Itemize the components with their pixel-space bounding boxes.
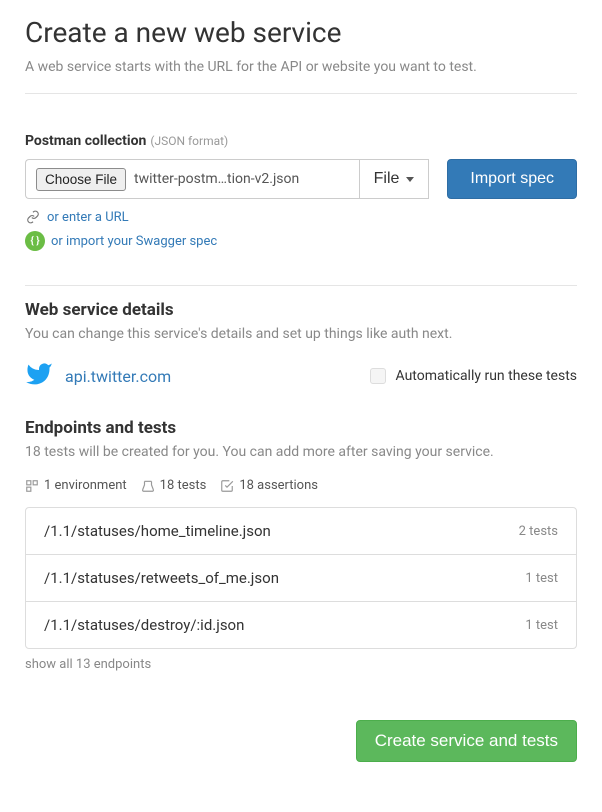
endpoint-row[interactable]: /1.1/statuses/destroy/:id.json 1 test bbox=[26, 602, 576, 648]
endpoints-desc: 18 tests will be created for you. You ca… bbox=[25, 444, 577, 460]
swagger-import-link[interactable]: or import your Swagger spec bbox=[51, 234, 217, 249]
endpoint-test-count: 1 test bbox=[525, 618, 558, 633]
twitter-icon bbox=[25, 360, 53, 392]
file-input[interactable]: Choose File twitter-postm…tion-v2.json bbox=[25, 159, 359, 199]
environments-icon bbox=[25, 479, 39, 493]
choose-file-button[interactable]: Choose File bbox=[36, 168, 126, 191]
page-title: Create a new web service bbox=[25, 16, 577, 49]
endpoint-row[interactable]: /1.1/statuses/home_timeline.json 2 tests bbox=[26, 508, 576, 555]
create-service-button[interactable]: Create service and tests bbox=[356, 720, 577, 762]
swagger-icon: { } bbox=[25, 231, 45, 251]
environments-stat: 1 environment bbox=[44, 478, 127, 493]
import-spec-button[interactable]: Import spec bbox=[447, 159, 577, 199]
auto-run-checkbox[interactable] bbox=[370, 368, 386, 384]
endpoint-path: /1.1/statuses/destroy/:id.json bbox=[44, 616, 244, 634]
postman-hint: (JSON format) bbox=[150, 134, 228, 148]
link-icon bbox=[25, 209, 41, 225]
tests-icon bbox=[141, 479, 155, 493]
endpoint-path: /1.1/statuses/home_timeline.json bbox=[44, 522, 271, 540]
page-subtitle: A web service starts with the URL for th… bbox=[25, 59, 577, 75]
selected-filename: twitter-postm…tion-v2.json bbox=[134, 171, 299, 187]
divider bbox=[25, 93, 577, 94]
postman-label: Postman collection bbox=[25, 133, 146, 149]
tests-stat: 18 tests bbox=[160, 478, 207, 493]
chevron-down-icon bbox=[406, 177, 414, 182]
endpoint-list: /1.1/statuses/home_timeline.json 2 tests… bbox=[25, 507, 577, 649]
details-title: Web service details bbox=[25, 300, 577, 320]
assertions-icon bbox=[220, 479, 234, 493]
auto-run-label: Automatically run these tests bbox=[396, 368, 577, 384]
file-type-dropdown[interactable]: File bbox=[359, 159, 430, 199]
endpoint-path: /1.1/statuses/retweets_of_me.json bbox=[44, 569, 279, 587]
details-desc: You can change this service's details an… bbox=[25, 326, 577, 342]
endpoint-test-count: 2 tests bbox=[519, 524, 558, 539]
enter-url-link[interactable]: or enter a URL bbox=[47, 210, 129, 225]
divider bbox=[25, 285, 577, 286]
endpoint-row[interactable]: /1.1/statuses/retweets_of_me.json 1 test bbox=[26, 555, 576, 602]
endpoint-test-count: 1 test bbox=[525, 571, 558, 586]
show-all-endpoints-link[interactable]: show all 13 endpoints bbox=[25, 657, 577, 672]
assertions-stat: 18 assertions bbox=[239, 478, 318, 493]
file-type-label: File bbox=[374, 170, 400, 188]
endpoints-title: Endpoints and tests bbox=[25, 418, 577, 438]
service-url-link[interactable]: api.twitter.com bbox=[65, 367, 171, 386]
